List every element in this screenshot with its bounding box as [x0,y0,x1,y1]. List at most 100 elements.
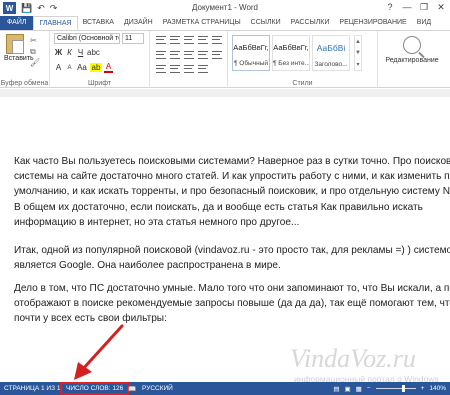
watermark-title: VindaVoz.ru [290,344,416,373]
zoom-thumb[interactable] [401,385,405,392]
scroll-down-icon[interactable]: ▼ [355,50,361,56]
clipboard-small-actions: ✂ ⧉ 🖌 [30,35,40,68]
ribbon-tabs: ФАЙЛ ГЛАВНАЯ ВСТАВКА ДИЗАЙН РАЗМЕТКА СТР… [0,16,450,30]
clipboard-group: Вставить ✂ ⧉ 🖌 Буфер обмена [0,31,50,88]
underline-button[interactable]: Ч [76,48,85,57]
grow-font-button[interactable]: A [54,63,63,72]
copy-icon[interactable]: ⧉ [30,46,40,57]
clear-format-button[interactable]: Aa [76,63,88,72]
style-sample: АаБбВвГг, [233,43,269,52]
cut-icon[interactable]: ✂ [30,35,40,46]
line-spacing-icon[interactable] [212,51,222,59]
scroll-up-icon[interactable]: ▲ [355,39,361,45]
tab-insert[interactable]: ВСТАВКА [78,16,119,30]
bold-button[interactable]: Ж [54,48,63,57]
text-line: В общем их достаточно, если поискать, да… [14,201,423,213]
highlight-button[interactable]: ab [90,63,102,72]
font-size-select[interactable]: 11 [122,33,144,44]
style-no-spacing[interactable]: АаБбВвГг, ¶ Без инте... [272,35,310,71]
sort-icon[interactable] [184,65,194,73]
paragraph-1: Как часто Вы пользуетесь поисковыми сист… [14,154,450,230]
increase-indent-icon[interactable] [212,36,222,44]
italic-button[interactable]: К [65,48,74,57]
bullets-icon[interactable] [156,36,166,44]
show-marks-icon[interactable] [198,65,208,73]
shading-icon[interactable] [156,65,166,73]
zoom-in-button[interactable]: + [421,385,425,392]
paste-button[interactable]: Вставить [4,34,34,62]
shading-buttons-row [156,65,208,73]
style-heading-1[interactable]: АаБбВі Заголово... [312,35,350,71]
tab-view[interactable]: ВИД [412,16,436,30]
strikethrough-icon[interactable]: abc [87,48,100,57]
web-layout-icon[interactable]: ▦ [356,385,362,393]
font-group: Calibri (Основной те 11 Ж К Ч abc A A Aa… [50,31,150,88]
tab-home[interactable]: ГЛАВНАЯ [33,16,78,30]
paragraph-group [150,31,228,88]
status-right: ▤ ▣ ▦ − + 140% [333,382,446,395]
font-color-button[interactable]: A [104,62,113,73]
text-line: Итак, одной из популярной поисковой (vin… [14,245,450,256]
align-buttons-row [156,51,222,59]
zoom-level[interactable]: 140% [429,385,446,392]
styles-scroll[interactable]: ▲ ▼ ▾ [354,35,362,71]
list-buttons-row [156,36,222,44]
read-mode-icon[interactable]: ▤ [333,385,339,393]
multilevel-list-icon[interactable] [184,36,194,44]
clipboard-group-label: Буфер обмена [0,80,49,87]
more-styles-icon[interactable]: ▾ [356,61,359,68]
window-controls: ? — ❐ ✕ [383,1,448,13]
help-button[interactable]: ? [383,1,397,13]
format-painter-icon[interactable]: 🖌 [30,57,40,68]
decrease-indent-icon[interactable] [198,36,208,44]
align-center-icon[interactable] [170,51,180,59]
text-line: отображают в поиске рекомендуемые запрос… [14,298,450,310]
minimize-button[interactable]: — [400,1,414,13]
justify-icon[interactable] [198,51,208,59]
font-combos: Calibri (Основной те 11 [54,33,144,44]
language[interactable]: РУССКИЙ [138,385,177,392]
font-color-row: A A Aa ab A [54,62,113,73]
style-normal[interactable]: АаБбВвГг, ¶ Обычный [232,35,270,71]
styles-group-label: Стили [292,80,313,87]
style-name: ¶ Обычный [233,60,269,67]
align-right-icon[interactable] [184,51,194,59]
style-sample: АаБбВі [316,43,346,53]
tab-references[interactable]: ССЫЛКИ [246,16,286,30]
style-name: ¶ Без инте... [273,60,309,67]
tab-mailings[interactable]: РАССЫЛКИ [286,16,335,30]
text-line: информацию в интернет, но эта статья нем… [14,216,300,228]
borders-icon[interactable] [170,65,180,73]
styles-group: АаБбВвГг, ¶ Обычный АаБбВвГг, ¶ Без инте… [228,31,378,88]
clipboard-icon [6,34,24,54]
close-button[interactable]: ✕ [434,1,448,13]
style-name: Заголово... [314,61,348,68]
paragraph-2: Итак, одной из популярной поисковой (vin… [14,243,450,273]
shrink-font-button[interactable]: A [65,65,74,71]
tab-design[interactable]: ДИЗАЙН [119,16,158,30]
annotation-arrow-icon [74,324,124,380]
find-icon [403,36,421,54]
text-line: является Google. Она наиболее распростра… [14,260,281,272]
text-line: Как часто Вы пользуетесь поисковыми сист… [14,156,450,167]
paragraph-3: Дело в том, что ПС достаточно умные. Мал… [14,281,450,327]
zoom-slider[interactable] [375,385,416,392]
paste-label: Вставить [4,55,34,62]
numbering-icon[interactable] [170,36,180,44]
title-bar: W 💾 ↶ ↷ Документ1 - Word ? — ❐ ✕ [0,0,450,16]
tab-review[interactable]: РЕЦЕНЗИРОВАНИЕ [334,16,411,30]
ribbon: Вставить ✂ ⧉ 🖌 Буфер обмена Calibri (Осн… [0,30,450,88]
ruler [0,89,450,97]
font-name-select[interactable]: Calibri (Основной те [54,33,120,44]
word-count[interactable]: ЧИСЛО СЛОВ: 126 [60,382,130,395]
font-group-label: Шрифт [87,80,112,87]
editing-button[interactable]: Редактирование [380,34,444,64]
zoom-out-button[interactable]: − [367,385,371,392]
print-layout-icon[interactable]: ▣ [344,385,350,393]
restore-button[interactable]: ❐ [417,1,431,13]
page-count[interactable]: СТРАНИЦА 1 ИЗ 1 [0,385,64,392]
align-left-icon[interactable] [156,51,166,59]
tab-file[interactable]: ФАЙЛ [0,16,34,30]
font-format-row: Ж К Ч abc [54,48,100,57]
tab-page-layout[interactable]: РАЗМЕТКА СТРАНИЦЫ [158,16,246,30]
